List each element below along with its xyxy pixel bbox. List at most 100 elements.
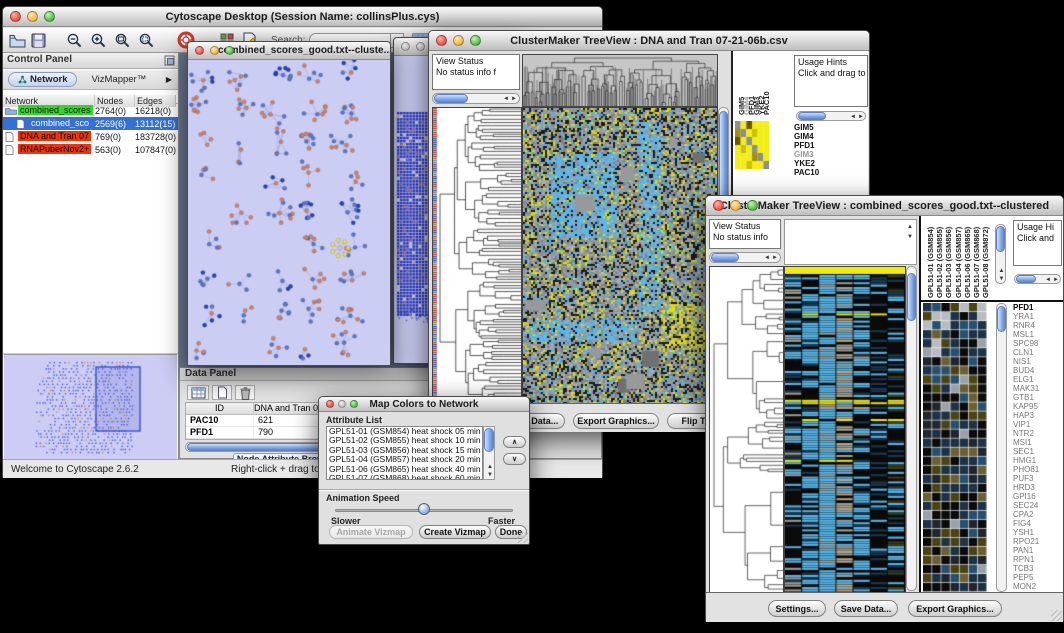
gene-label[interactable]: CPA2 [1013, 510, 1063, 519]
network-window-1-titlebar[interactable]: combined_scores_good.txt--cluste... [188, 42, 390, 60]
zoom-fit-icon[interactable] [114, 32, 131, 49]
v-scrollbar[interactable] [906, 266, 917, 591]
gene-label[interactable]: NIS1 [1013, 357, 1063, 366]
gene-label[interactable]: RPO21 [1013, 537, 1063, 546]
tab-vizmapper[interactable]: VizMapper™ [91, 74, 146, 85]
column-header[interactable]: ID [186, 403, 254, 413]
save-icon[interactable] [31, 33, 46, 48]
save-data-button[interactable]: Save Data... [834, 600, 898, 617]
gene-label[interactable]: VIP1 [1013, 420, 1063, 429]
close-icon[interactable] [326, 400, 334, 408]
gene-label[interactable]: PFD1 [794, 141, 868, 150]
export-graphics-button[interactable]: Export Graphics... [908, 600, 1002, 617]
tab-network[interactable]: Network [8, 72, 77, 87]
minimize-icon[interactable] [453, 35, 464, 46]
gene-label[interactable]: PHO81 [1013, 465, 1063, 474]
settings-button[interactable]: Settings... [768, 600, 826, 617]
gene-label[interactable]: RPN1 [1013, 555, 1063, 564]
gene-label[interactable]: GIM4 [794, 132, 868, 141]
gene-label[interactable]: FIG4 [1013, 519, 1063, 528]
mini-heatmap-canvas[interactable] [735, 121, 769, 169]
gene-label[interactable]: MON2 [1013, 582, 1063, 591]
network-row[interactable]: DNA and Tran 07769(0)183728(0) [3, 130, 178, 143]
zoom-v-scrollbar[interactable] [996, 303, 1007, 592]
row-dendrogram[interactable] [709, 266, 784, 593]
gene-label[interactable]: GIM3 [794, 150, 868, 159]
gene-label[interactable]: SEC1 [1013, 447, 1063, 456]
gene-label[interactable]: SPC98 [1013, 339, 1063, 348]
zoom-window-icon[interactable] [747, 200, 758, 211]
h-scrollbar[interactable]: ◄► [709, 252, 781, 263]
minimize-icon[interactable] [416, 42, 425, 51]
list-v-scrollbar[interactable]: ▲▼ [483, 426, 495, 480]
table-icon[interactable] [187, 385, 209, 400]
resize-grip[interactable] [1051, 610, 1062, 621]
gene-label[interactable]: GIM5 [794, 123, 868, 132]
gene-label[interactable]: KAP95 [1013, 402, 1063, 411]
close-icon[interactable] [436, 35, 447, 46]
float-panel-icon[interactable] [164, 55, 175, 69]
minimize-icon[interactable] [730, 200, 741, 211]
zoom-in-icon[interactable] [90, 32, 107, 49]
zoom-heatmap-canvas[interactable] [923, 303, 987, 592]
gene-label[interactable]: CLN1 [1013, 348, 1063, 357]
gene-label[interactable]: YRA1 [1013, 312, 1063, 321]
gene-label[interactable]: GTB1 [1013, 393, 1063, 402]
resize-grip[interactable] [517, 532, 528, 543]
zoom-selected-icon[interactable] [138, 32, 155, 49]
trash-icon[interactable] [235, 385, 255, 400]
gene-label[interactable]: PEP5 [1013, 573, 1063, 582]
network-row[interactable]: combined_sco2569(6)13112(15) [3, 117, 178, 130]
close-icon[interactable] [10, 11, 21, 22]
gene-label[interactable]: MSI1 [1013, 438, 1063, 447]
network-canvas-1[interactable] [188, 60, 390, 365]
gene-label[interactable]: PUF3 [1013, 474, 1063, 483]
gene-label[interactable]: YSH1 [1013, 528, 1063, 537]
main-titlebar[interactable]: Cytoscape Desktop (Session Name: collins… [3, 7, 602, 27]
export-graphics-button[interactable]: Export Graphics... [573, 413, 659, 429]
speed-slider-thumb[interactable] [418, 503, 430, 515]
close-icon[interactable] [713, 200, 724, 211]
dialog-titlebar[interactable]: Map Colors to Network [319, 397, 529, 412]
gene-label[interactable]: MSL1 [1013, 330, 1063, 339]
gene-label[interactable]: MAK31 [1013, 384, 1063, 393]
gene-label[interactable]: NTR2 [1013, 429, 1063, 438]
gene-label[interactable]: PFD1 [1013, 303, 1063, 312]
minimize-icon[interactable] [27, 11, 38, 22]
gene-label[interactable]: HRD3 [1013, 483, 1063, 492]
close-icon[interactable] [195, 46, 204, 55]
gene-label[interactable]: GPI16 [1013, 492, 1063, 501]
gene-label[interactable]: HAP3 [1013, 411, 1063, 420]
h-scrollbar[interactable]: ◄► [796, 111, 866, 121]
attribute-item[interactable]: GPL51-07 (GSM868) heat shock 60 min [327, 474, 482, 480]
heatmap-canvas[interactable] [784, 266, 906, 593]
gene-label[interactable]: ELG1 [1013, 375, 1063, 384]
h-scrollbar[interactable]: ◄► [1014, 274, 1061, 284]
create-vizmap-button[interactable]: Create Vizmap [419, 525, 491, 539]
gene-label[interactable]: YKE2 [794, 159, 868, 168]
labels-v-scrollbar[interactable]: ▲▼ [995, 224, 1006, 284]
gene-label[interactable]: TCB3 [1013, 564, 1063, 573]
network-row[interactable]: combined_scores2764(0)16218(0) [3, 104, 178, 117]
h-scrollbar[interactable]: ◄► [432, 93, 520, 104]
row-dendrogram[interactable] [432, 107, 522, 405]
gene-label[interactable]: PAC10 [794, 168, 868, 177]
move-up-button[interactable]: ∧ [503, 436, 526, 448]
tabs-overflow-icon[interactable]: ▶ [166, 75, 172, 84]
zoom-out-icon[interactable] [66, 32, 83, 49]
gene-label[interactable]: RNR4 [1013, 321, 1063, 330]
gene-label[interactable]: SEC24 [1013, 501, 1063, 510]
zoom-window-icon[interactable] [350, 400, 358, 408]
gene-label[interactable]: HMG1 [1013, 456, 1063, 465]
zoom-window-icon[interactable] [225, 46, 234, 55]
gene-label[interactable]: BUD4 [1013, 366, 1063, 375]
zoom-window-icon[interactable] [44, 11, 55, 22]
minimize-icon[interactable] [210, 46, 219, 55]
attribute-list[interactable]: GPL51-01 (GSM854) heat shock 05 minGPL51… [326, 426, 483, 480]
network-row[interactable]: RNAPuberNov2+563(0)107847(0) [3, 143, 178, 156]
new-doc-icon[interactable] [212, 385, 232, 400]
minimize-icon[interactable] [338, 400, 346, 408]
treeview1-titlebar[interactable]: ClusterMaker TreeView : DNA and Tran 07-… [429, 31, 869, 51]
column-dendrogram[interactable] [522, 54, 718, 107]
zoom-window-icon[interactable] [470, 35, 481, 46]
